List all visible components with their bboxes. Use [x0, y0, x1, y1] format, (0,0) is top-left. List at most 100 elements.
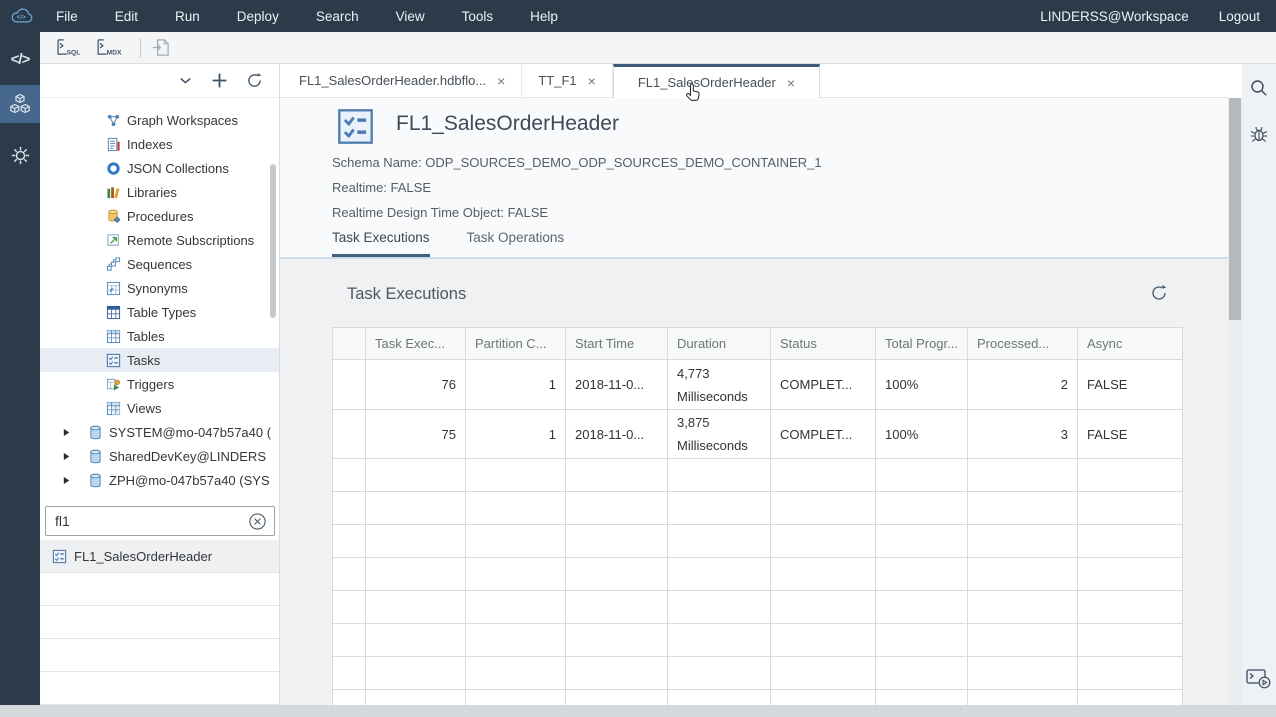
tree-item-graph-workspaces[interactable]: Graph Workspaces [40, 108, 279, 132]
search-result-item[interactable]: FL1_SalesOrderHeader [40, 540, 279, 573]
menu-edit[interactable]: Edit [103, 9, 150, 24]
column-header[interactable]: Duration [668, 328, 771, 360]
tree-item-libraries[interactable]: Libraries [40, 180, 279, 204]
sidebar-search-box [45, 506, 275, 536]
expand-arrow-icon[interactable] [62, 476, 72, 485]
editor-tab-tt-f1[interactable]: TT_F1× [522, 64, 612, 97]
tree-item-sequences[interactable]: Sequences [40, 252, 279, 276]
table-cell[interactable]: 75 [366, 410, 466, 459]
table-cell[interactable]: 3,875 Milliseconds [668, 410, 771, 459]
tree-item-remote-subscriptions[interactable]: Remote Subscriptions [40, 228, 279, 252]
tree-scrollbar-thumb[interactable] [270, 164, 276, 318]
tree-item-tasks[interactable]: Tasks [40, 348, 279, 372]
table-cell[interactable]: 3 [967, 410, 1077, 459]
tree-item-label: Synonyms [127, 281, 188, 296]
empty-cell [1077, 459, 1182, 492]
add-plus-icon[interactable] [211, 72, 228, 89]
database-explorer-icon[interactable] [0, 85, 40, 123]
table-cell[interactable]: COMPLET... [771, 410, 876, 459]
close-tab-icon[interactable]: × [497, 73, 505, 89]
column-header[interactable]: Partition C... [466, 328, 566, 360]
expand-arrow-icon[interactable] [62, 452, 72, 461]
panel-refresh-icon[interactable] [1150, 284, 1168, 302]
table-cell[interactable]: FALSE [1077, 360, 1182, 410]
main-scrollbar-thumb[interactable] [1229, 98, 1241, 320]
search-icon[interactable] [1249, 78, 1269, 98]
column-header[interactable] [333, 328, 366, 360]
column-header[interactable]: Task Exec... [366, 328, 466, 360]
main-scrollbar-track[interactable] [1228, 98, 1242, 705]
empty-cell [566, 591, 668, 624]
empty-cell [466, 492, 566, 525]
empty-cell [668, 459, 771, 492]
column-header[interactable]: Status [771, 328, 876, 360]
mdx-console-icon[interactable]: MDX [96, 38, 124, 57]
tree-item-label: Views [127, 401, 161, 416]
table-cell[interactable]: COMPLET... [771, 360, 876, 410]
schema-name-line: Schema Name: ODP_SOURCES_DEMO_ODP_SOURCE… [332, 155, 822, 170]
table-cell[interactable] [333, 360, 366, 410]
empty-cell [876, 459, 968, 492]
tree-item-database[interactable]: SYSTEM@mo-047b57a40 ( [40, 420, 279, 444]
column-header[interactable]: Async [1077, 328, 1182, 360]
column-header[interactable]: Total Progr... [876, 328, 968, 360]
tree-item-views[interactable]: Views [40, 396, 279, 420]
settings-gear-icon[interactable] [0, 138, 40, 172]
table-cell[interactable]: 1 [466, 360, 566, 410]
tree-item-synonyms[interactable]: Synonyms [40, 276, 279, 300]
empty-cell [366, 591, 466, 624]
code-icon[interactable]: </> [0, 44, 40, 74]
table-cell[interactable] [333, 410, 366, 459]
editor-tabbar: FL1_SalesOrderHeader.hdbflo...×TT_F1×FL1… [280, 64, 1228, 98]
refresh-icon[interactable] [246, 72, 263, 89]
menu-help[interactable]: Help [518, 9, 570, 24]
tree-item-database[interactable]: ZPH@mo-047b57a40 (SYS [40, 468, 279, 490]
close-tab-icon[interactable]: × [787, 75, 795, 91]
tree-item-database[interactable]: SharedDevKey@LINDERS [40, 444, 279, 468]
tree-item-procedures[interactable]: Procedures [40, 204, 279, 228]
subtab-task-executions[interactable]: Task Executions [332, 230, 430, 257]
editor-tab-fl1-salesorderheader[interactable]: FL1_SalesOrderHeader× [613, 64, 820, 98]
tree-item-json-collections[interactable]: JSON Collections [40, 156, 279, 180]
table-cell[interactable]: 4,773 Milliseconds [668, 360, 771, 410]
table-row[interactable]: 7612018-11-0...4,773 MillisecondsCOMPLET… [333, 360, 1183, 410]
expand-arrow-icon[interactable] [62, 428, 72, 437]
menu-search[interactable]: Search [304, 9, 371, 24]
column-header[interactable]: Start Time [566, 328, 668, 360]
menu-run[interactable]: Run [163, 9, 212, 24]
table-cell[interactable]: 100% [876, 360, 968, 410]
table-cell[interactable]: FALSE [1077, 410, 1182, 459]
column-header[interactable]: Processed... [967, 328, 1077, 360]
editor-tab-fl1-salesorderheader-hdbflo-[interactable]: FL1_SalesOrderHeader.hdbflo...× [283, 64, 522, 97]
menu-tools[interactable]: Tools [450, 9, 506, 24]
database-label: SharedDevKey@LINDERS [109, 449, 266, 464]
console-run-icon[interactable] [1246, 668, 1272, 690]
table-cell[interactable]: 2018-11-0... [566, 410, 668, 459]
debug-bug-icon[interactable] [1249, 123, 1269, 143]
menu-deploy[interactable]: Deploy [225, 9, 291, 24]
logout-button[interactable]: Logout [1219, 9, 1260, 24]
table-cell[interactable]: 2018-11-0... [566, 360, 668, 410]
empty-cell [967, 657, 1077, 690]
table-cell[interactable]: 100% [876, 410, 968, 459]
tree-item-tables[interactable]: Tables [40, 324, 279, 348]
close-tab-icon[interactable]: × [588, 73, 596, 89]
workspace-user-menu[interactable]: LINDERSS@Workspace [1040, 9, 1189, 24]
table-row[interactable]: 7512018-11-0...3,875 MillisecondsCOMPLET… [333, 410, 1183, 459]
table-cell[interactable]: 2 [967, 360, 1077, 410]
tree-item-partial[interactable] [40, 98, 279, 108]
empty-cell [566, 492, 668, 525]
open-file-icon[interactable] [151, 38, 170, 57]
search-input[interactable] [46, 513, 248, 529]
collapse-chevron-icon[interactable] [178, 73, 193, 88]
menu-file[interactable]: File [44, 9, 90, 24]
tree-item-table-types[interactable]: Table Types [40, 300, 279, 324]
tree-item-indexes[interactable]: Indexes [40, 132, 279, 156]
table-cell[interactable]: 1 [466, 410, 566, 459]
clear-search-icon[interactable] [248, 512, 274, 531]
sql-console-icon[interactable]: SQL [56, 38, 82, 57]
subtab-task-operations[interactable]: Task Operations [467, 230, 565, 257]
tree-item-triggers[interactable]: Triggers [40, 372, 279, 396]
menu-view[interactable]: View [384, 9, 437, 24]
table-cell[interactable]: 76 [366, 360, 466, 410]
